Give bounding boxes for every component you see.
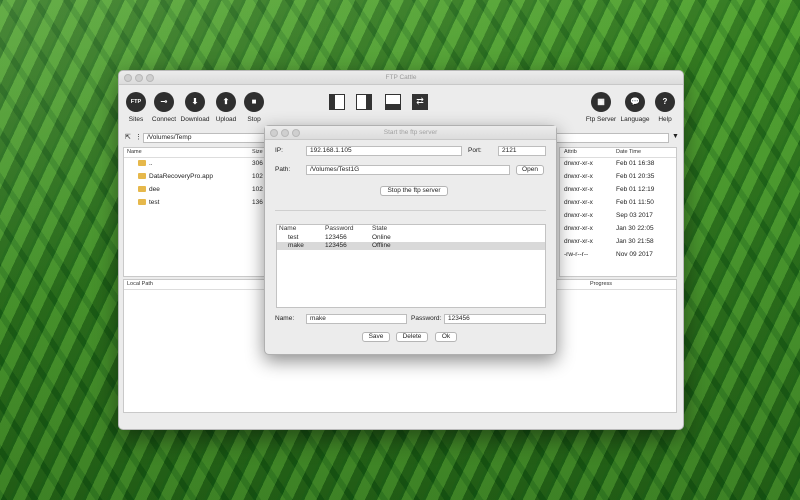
folder-up-icon[interactable]: ⇱ bbox=[125, 133, 131, 141]
stop-icon: ■ bbox=[244, 92, 264, 112]
password-field[interactable]: 123456 bbox=[444, 314, 546, 324]
path-label: Path: bbox=[275, 166, 291, 173]
col-local-path-header[interactable]: Local Path bbox=[127, 280, 153, 289]
zoom-button[interactable] bbox=[146, 74, 154, 82]
help-label: Help bbox=[658, 116, 672, 123]
attrib-cell: drwxr-xr-x bbox=[564, 186, 593, 193]
ftp-server-dialog: Start the ftp server IP: 192.168.1.105 P… bbox=[264, 125, 557, 355]
help-icon: ? bbox=[655, 92, 675, 112]
attrib-cell: drwxr-xr-x bbox=[564, 225, 593, 232]
col-date-header[interactable]: Date Time bbox=[616, 148, 641, 157]
list-item[interactable]: test bbox=[138, 197, 248, 209]
stop-label: Stop bbox=[247, 116, 261, 123]
help-button[interactable]: ? Help bbox=[647, 92, 683, 123]
attrib-cell: drwxr-xr-x bbox=[564, 212, 593, 219]
ftp-icon: FTP bbox=[126, 92, 146, 112]
remote-file-list: Attrib Date Time drwxr-xr-x Feb 01 16:38… bbox=[559, 147, 677, 277]
dialog-window-controls[interactable] bbox=[270, 129, 303, 142]
attrib-cell: drwxr-xr-x bbox=[564, 238, 593, 245]
divider bbox=[275, 210, 546, 211]
download-icon: ⬇ bbox=[185, 92, 205, 112]
connect-icon: ⊸ bbox=[154, 92, 174, 112]
window-title: FTP Cattle bbox=[385, 74, 417, 81]
dialog-close-button[interactable] bbox=[270, 129, 278, 137]
file-size: 102 bbox=[252, 186, 263, 193]
close-button[interactable] bbox=[124, 74, 132, 82]
port-label: Port: bbox=[468, 147, 482, 154]
file-size: 306 bbox=[252, 160, 263, 167]
ip-field[interactable]: 192.168.1.105 bbox=[306, 146, 462, 156]
date-cell: Sep 03 2017 bbox=[616, 212, 653, 219]
date-cell: Jan 30 22:05 bbox=[616, 225, 654, 232]
list-item[interactable]: DataRecoveryPro.app bbox=[138, 171, 248, 183]
dialog-minimize-button[interactable] bbox=[281, 129, 289, 137]
attrib-cell: -rw-r--r-- bbox=[564, 251, 589, 258]
list-item[interactable]: .. bbox=[138, 158, 268, 170]
user-list-header: Name Password State bbox=[277, 225, 545, 233]
layout-right-icon[interactable] bbox=[356, 94, 372, 110]
dialog-zoom-button[interactable] bbox=[292, 129, 300, 137]
date-cell: Nov 09 2017 bbox=[616, 251, 653, 258]
main-titlebar: FTP Cattle bbox=[119, 71, 683, 85]
name-label: Name: bbox=[275, 315, 295, 322]
ok-button[interactable]: Ok bbox=[435, 332, 457, 342]
date-cell: Feb 01 11:50 bbox=[616, 199, 654, 206]
ftp-server-button[interactable]: ▦ Ftp Server bbox=[583, 92, 619, 123]
minimize-button[interactable] bbox=[135, 74, 143, 82]
password-label: Password: bbox=[411, 315, 442, 322]
folder-icon bbox=[138, 186, 146, 193]
name-field[interactable]: make bbox=[306, 314, 407, 324]
save-button[interactable]: Save bbox=[362, 332, 390, 342]
chevron-down-icon[interactable]: ▼ bbox=[672, 133, 679, 140]
user-row[interactable]: test 123456 Online bbox=[277, 234, 545, 242]
local-file-list: Name Size .. 306 DataRecoveryPro.app 102… bbox=[123, 147, 269, 277]
col-size-header[interactable]: Size bbox=[252, 148, 263, 157]
stop-ftp-server-button[interactable]: Stop the ftp server bbox=[380, 186, 448, 196]
language-icon: 💬 bbox=[625, 92, 645, 112]
delete-button[interactable]: Delete bbox=[396, 332, 428, 342]
date-cell: Feb 01 12:19 bbox=[616, 186, 655, 193]
folder-icon bbox=[138, 199, 146, 206]
path-field[interactable]: /Volumes/Test1G bbox=[306, 165, 510, 175]
dialog-titlebar: Start the ftp server bbox=[265, 126, 556, 140]
user-name-header[interactable]: Name bbox=[279, 225, 296, 233]
list-item[interactable]: dee bbox=[138, 184, 248, 196]
upload-icon: ⬆ bbox=[216, 92, 236, 112]
date-cell: Jan 30 21:58 bbox=[616, 238, 654, 245]
port-field[interactable]: 2121 bbox=[498, 146, 546, 156]
date-cell: Feb 01 16:38 bbox=[616, 160, 655, 167]
attrib-cell: drwxr-xr-x bbox=[564, 160, 593, 167]
layout-bottom-icon[interactable] bbox=[385, 94, 401, 110]
path-menu-icon[interactable]: ⋮ bbox=[135, 133, 142, 141]
user-password-header[interactable]: Password bbox=[325, 225, 354, 233]
file-size: 102 bbox=[252, 173, 263, 180]
date-cell: Feb 01 20:35 bbox=[616, 173, 655, 180]
window-controls[interactable] bbox=[124, 74, 157, 87]
user-state-header[interactable]: State bbox=[372, 225, 387, 233]
user-row-selected[interactable]: make 123456 Offline bbox=[277, 242, 545, 250]
file-size: 136 bbox=[252, 199, 263, 206]
open-button[interactable]: Open bbox=[516, 165, 544, 175]
attrib-cell: drwxr-xr-x bbox=[564, 173, 593, 180]
folder-icon bbox=[138, 173, 146, 180]
col-name-header[interactable]: Name bbox=[127, 148, 142, 157]
stop-button[interactable]: ■ Stop bbox=[236, 92, 272, 123]
user-list: Name Password State test 123456 Online m… bbox=[276, 224, 546, 308]
col-progress-header[interactable]: Progress bbox=[590, 280, 612, 289]
ip-label: IP: bbox=[275, 147, 283, 154]
col-attrib-header[interactable]: Attrib bbox=[564, 148, 577, 157]
ftp-server-label: Ftp Server bbox=[585, 116, 617, 123]
dialog-title: Start the ftp server bbox=[383, 129, 438, 136]
swap-icon[interactable]: ⇄ bbox=[412, 94, 428, 110]
layout-left-icon[interactable] bbox=[329, 94, 345, 110]
folder-icon bbox=[138, 160, 146, 167]
attrib-cell: drwxr-xr-x bbox=[564, 199, 593, 206]
server-icon: ▦ bbox=[591, 92, 611, 112]
